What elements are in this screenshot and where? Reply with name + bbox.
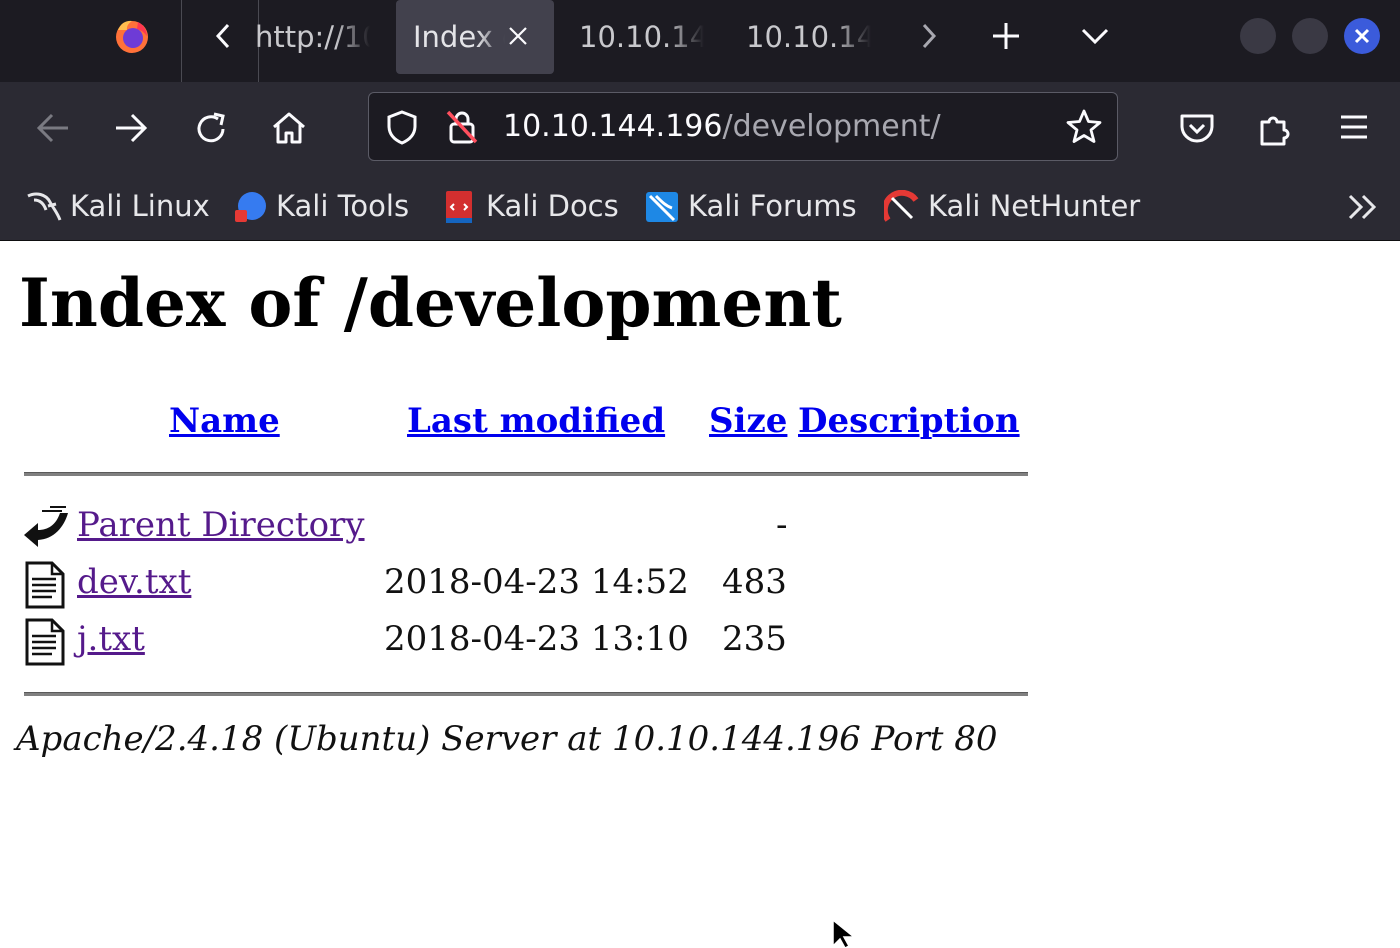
pocket-icon[interactable] bbox=[1178, 110, 1216, 146]
text-file-icon bbox=[25, 561, 65, 609]
bookmark-kali-forums[interactable]: Kali Forums bbox=[644, 174, 864, 240]
bookmark-kali-docs[interactable]: Kali Docs bbox=[442, 174, 627, 240]
chevron-right-icon[interactable] bbox=[914, 20, 942, 52]
file-size: - bbox=[776, 505, 788, 545]
kali-dragon-icon bbox=[27, 192, 62, 221]
chevron-double-right-icon[interactable] bbox=[1346, 192, 1380, 222]
text-file-icon bbox=[25, 618, 65, 666]
close-icon bbox=[1354, 28, 1370, 44]
back-icon[interactable] bbox=[34, 110, 72, 146]
file-link-dev-txt[interactable]: dev.txt bbox=[77, 562, 191, 602]
tab-strip: http://10 Index o 10.10.14 10.10.14 bbox=[0, 0, 1400, 82]
column-header-description[interactable]: Description bbox=[798, 401, 1020, 441]
file-last-modified: 2018-04-23 13:10 bbox=[384, 619, 689, 659]
divider bbox=[24, 472, 1028, 476]
kali-forums-icon bbox=[646, 192, 678, 222]
chevron-left-icon[interactable] bbox=[210, 20, 238, 52]
chevron-down-icon[interactable] bbox=[1078, 20, 1112, 52]
page-title: Index of /development bbox=[19, 264, 842, 342]
new-tab-icon[interactable] bbox=[990, 20, 1022, 52]
maximize-button[interactable] bbox=[1292, 18, 1328, 54]
file-link-parent-directory[interactable]: Parent Directory bbox=[77, 505, 365, 545]
tab-separator bbox=[181, 0, 182, 82]
url-host: 10.10.144.196 bbox=[503, 109, 723, 144]
column-header-name[interactable]: Name bbox=[169, 401, 280, 441]
home-icon[interactable] bbox=[270, 109, 308, 147]
server-signature: Apache/2.4.18 (Ubuntu) Server at 10.10.1… bbox=[16, 719, 998, 759]
kali-nethunter-icon bbox=[884, 190, 919, 222]
bookmark-kali-tools[interactable]: Kali Tools bbox=[232, 174, 427, 240]
file-link-j-txt[interactable]: j.txt bbox=[77, 619, 145, 659]
bookmarks-toolbar: Kali Linux Kali Tools Kali Docs Kali For… bbox=[0, 174, 1400, 241]
bookmark-kali-nethunter[interactable]: Kali NetHunter bbox=[884, 174, 1154, 240]
close-window-button[interactable] bbox=[1344, 18, 1380, 54]
close-tab-icon[interactable] bbox=[506, 24, 530, 48]
tab-1[interactable]: http://10 bbox=[255, 0, 370, 74]
kali-tools-icon bbox=[235, 192, 266, 222]
insecure-lock-icon[interactable] bbox=[445, 108, 479, 146]
url-text[interactable]: 10.10.144.196/development/ bbox=[503, 93, 941, 160]
column-header-size[interactable]: Size bbox=[709, 401, 787, 441]
extensions-puzzle-icon[interactable] bbox=[1257, 108, 1295, 148]
back-arrow-icon bbox=[24, 506, 68, 547]
hamburger-menu-icon[interactable] bbox=[1338, 112, 1370, 142]
url-path: /development/ bbox=[722, 109, 941, 144]
file-size: 483 bbox=[722, 562, 787, 602]
file-size: 235 bbox=[722, 619, 787, 659]
bookmark-star-icon[interactable] bbox=[1065, 108, 1103, 146]
file-last-modified: 2018-04-23 14:52 bbox=[384, 562, 689, 602]
minimize-button[interactable] bbox=[1240, 18, 1276, 54]
mouse-cursor-icon bbox=[832, 918, 857, 948]
forward-icon[interactable] bbox=[112, 110, 150, 146]
bookmark-kali-linux[interactable]: Kali Linux bbox=[26, 174, 216, 240]
tab-3[interactable]: 10.10.14 bbox=[579, 0, 704, 74]
reload-icon[interactable] bbox=[192, 110, 230, 148]
page-content: Index of /development Name Last modified… bbox=[0, 241, 1400, 948]
kali-docs-icon bbox=[446, 191, 472, 223]
firefox-icon[interactable] bbox=[112, 16, 152, 56]
column-header-last-modified[interactable]: Last modified bbox=[407, 401, 665, 441]
divider bbox=[24, 692, 1028, 696]
address-bar[interactable]: 10.10.144.196/development/ bbox=[368, 92, 1118, 161]
tab-2-label[interactable]: Index o bbox=[413, 0, 505, 74]
navigation-toolbar: 10.10.144.196/development/ bbox=[0, 82, 1400, 174]
tab-4[interactable]: 10.10.14 bbox=[746, 0, 871, 74]
tracking-protection-shield-icon[interactable] bbox=[385, 109, 419, 145]
